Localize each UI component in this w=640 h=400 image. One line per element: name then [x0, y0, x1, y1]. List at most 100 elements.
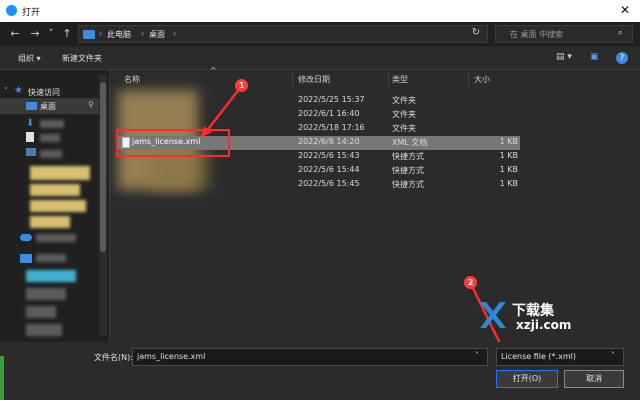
- file-date: 2022/5/25 15:37: [298, 95, 365, 104]
- breadcrumb-separator: ›: [99, 29, 103, 38]
- star-icon: ★: [14, 85, 23, 96]
- annotation-badge-1: 1: [235, 79, 248, 92]
- obscured-item: [26, 324, 62, 336]
- column-header-type[interactable]: 类型: [392, 74, 408, 92]
- cloud-icon: [20, 234, 32, 241]
- title-bar: 打开 ✕: [0, 0, 640, 22]
- close-icon[interactable]: ✕: [616, 3, 634, 17]
- up-arrow-icon[interactable]: ↑: [60, 26, 74, 42]
- column-divider[interactable]: [388, 72, 389, 86]
- obscured-label: [40, 134, 60, 142]
- cancel-button[interactable]: 取消: [564, 370, 624, 388]
- obscured-folder: [30, 216, 70, 228]
- file-type: 文件夹: [392, 110, 416, 119]
- file-date: 2022/5/6 15:45: [298, 179, 360, 188]
- file-size: 1 KB: [499, 165, 518, 174]
- obscured-folder: [30, 184, 80, 196]
- file-row[interactable]: 2022/5/25 15:37 文件夹: [116, 94, 520, 108]
- file-date: 2022/6/1 16:40: [298, 109, 360, 118]
- file-type: 快捷方式: [392, 152, 424, 161]
- navigation-pane: ˅ ★ 快速访问 桌面 ⚲ ⬇: [0, 70, 110, 342]
- computer-icon: [20, 254, 32, 263]
- preview-pane-icon[interactable]: ▣: [590, 52, 599, 62]
- file-date: 2022/5/6 15:43: [298, 151, 360, 160]
- obscured-item: [26, 270, 76, 282]
- file-type: 快捷方式: [392, 180, 424, 189]
- sidebar-item-label: 桌面: [40, 102, 56, 111]
- forward-arrow-icon[interactable]: →: [28, 26, 42, 42]
- chevron-down-icon: ˅: [4, 87, 8, 95]
- file-size: 1 KB: [499, 137, 518, 146]
- recent-dropdown-icon[interactable]: ˅: [44, 26, 58, 42]
- chevron-down-icon[interactable]: ˅: [475, 351, 479, 360]
- file-type: 文件夹: [392, 124, 416, 133]
- sidebar-item-label: 快速访问: [28, 88, 60, 97]
- desktop-icon: [26, 102, 37, 110]
- file-date: 2022/6/8 14:20: [298, 137, 360, 146]
- picture-icon: [26, 148, 36, 156]
- column-divider[interactable]: [468, 72, 469, 86]
- breadcrumb-desktop[interactable]: 桌面: [149, 29, 165, 40]
- file-type: XML 文档: [392, 138, 428, 147]
- document-icon: [26, 132, 34, 142]
- column-header-size[interactable]: 大小: [474, 74, 490, 92]
- obscured-label: [36, 234, 76, 242]
- scrollbar-thumb[interactable]: [100, 82, 106, 252]
- obscured-label: [40, 150, 62, 158]
- organize-button[interactable]: 组织 ▾: [18, 53, 41, 64]
- pin-icon: ⚲: [88, 100, 94, 109]
- file-type: 快捷方式: [392, 166, 424, 175]
- watermark-url: xzji.com: [516, 318, 572, 332]
- dialog-footer: 文件名(N): jams_license.xml ˅ License file …: [0, 342, 640, 400]
- file-row[interactable]: 2022/5/6 15:44 快捷方式 1 KB: [116, 164, 520, 178]
- column-header-date[interactable]: 修改日期: [298, 74, 330, 92]
- annotation-arrow-1: [200, 87, 241, 138]
- watermark-logo-icon: [480, 302, 506, 328]
- address-bar[interactable]: › 此电脑 › 桌面 › ˅: [78, 25, 535, 43]
- search-icon[interactable]: ⌕: [618, 28, 623, 38]
- folder-icon: [83, 30, 95, 39]
- background-window-edge: [0, 356, 4, 400]
- file-type: 文件夹: [392, 96, 416, 105]
- annotation-badge-2: 2: [464, 276, 477, 289]
- filename-label: 文件名(N):: [94, 353, 133, 362]
- obscured-folder: [30, 166, 90, 180]
- filename-input[interactable]: jams_license.xml ˅: [132, 348, 488, 366]
- search-box[interactable]: 在 桌面 中搜索 ⌕: [495, 25, 633, 43]
- file-type-filter-select[interactable]: License file (*.xml) ˅: [496, 348, 624, 366]
- file-date: 2022/5/18 17:16: [298, 123, 365, 132]
- sort-arrow-icon: ^: [210, 66, 217, 75]
- window-title: 打开: [22, 8, 41, 18]
- file-row[interactable]: 2022/6/1 16:40 文件夹: [116, 108, 520, 122]
- back-arrow-icon[interactable]: ←: [8, 26, 22, 42]
- watermark-text: 下载集: [512, 303, 554, 319]
- file-date: 2022/5/6 15:44: [298, 165, 360, 174]
- breadcrumb-this-pc[interactable]: 此电脑: [107, 29, 131, 40]
- app-icon: [6, 5, 17, 16]
- column-divider[interactable]: [292, 72, 293, 86]
- obscured-item: [26, 306, 56, 318]
- breadcrumb-separator: ›: [141, 29, 145, 38]
- new-folder-button[interactable]: 新建文件夹: [62, 53, 102, 64]
- help-icon[interactable]: ?: [616, 52, 628, 64]
- navigation-bar: ← → ˅ ↑ › 此电脑 › 桌面 › ˅ ↻ 在 桌面 中搜索 ⌕: [0, 22, 640, 46]
- filename-value[interactable]: jams_license.xml: [137, 352, 205, 361]
- sidebar-scrollbar[interactable]: [99, 74, 107, 336]
- breadcrumb-separator: ›: [173, 29, 177, 38]
- file-type-filter-value[interactable]: License file (*.xml): [501, 352, 576, 361]
- command-toolbar: 组织 ▾ 新建文件夹 ▤ ▾ ▣ ?: [0, 46, 640, 70]
- file-size: 1 KB: [499, 179, 518, 188]
- chevron-down-icon[interactable]: ˅: [611, 351, 615, 360]
- obscured-label: [40, 120, 64, 128]
- obscured-item: [26, 288, 66, 300]
- obscured-folder: [30, 200, 86, 212]
- refresh-icon[interactable]: ↻: [468, 27, 484, 41]
- download-icon: ⬇: [26, 118, 35, 129]
- search-input[interactable]: 在 桌面 中搜索: [510, 29, 563, 40]
- sidebar-item-desktop[interactable]: 桌面 ⚲: [0, 98, 100, 114]
- view-options-icon[interactable]: ▤ ▾: [556, 52, 572, 62]
- file-row[interactable]: 2022/5/6 15:45 快捷方式 1 KB: [116, 178, 520, 192]
- open-button[interactable]: 打开(O): [496, 370, 558, 388]
- obscured-label: [36, 254, 66, 262]
- file-size: 1 KB: [499, 151, 518, 160]
